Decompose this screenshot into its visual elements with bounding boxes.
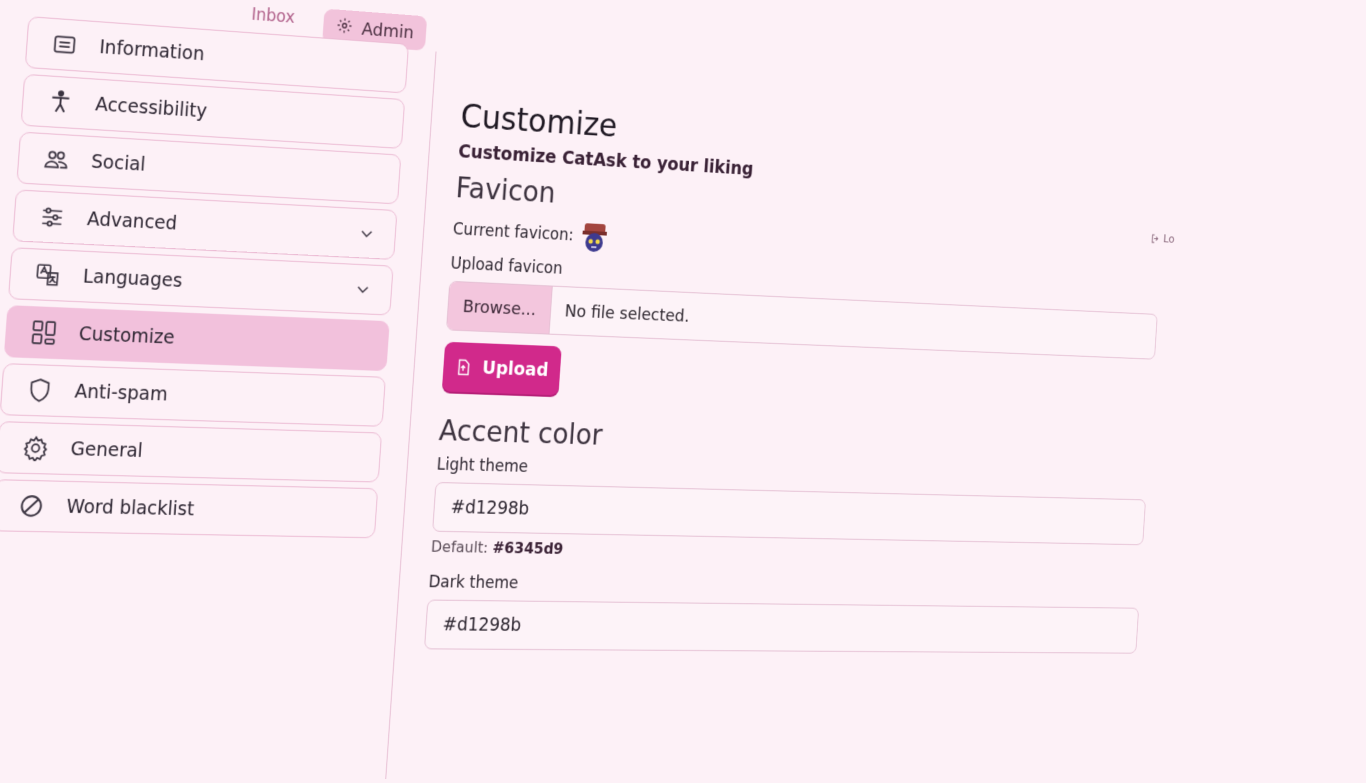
admin-page: Inbox Admin Information Accessibility So…: [0, 0, 1178, 770]
logout-link[interactable]: Lo: [1150, 232, 1175, 247]
file-status: No file selected.: [549, 287, 691, 340]
current-favicon-label: Current favicon:: [452, 220, 574, 245]
sidebar-item-word-blacklist[interactable]: Word blacklist: [0, 479, 378, 538]
sidebar-item-label: General: [70, 438, 144, 462]
sidebar-item-label: Word blacklist: [66, 496, 195, 520]
default-prefix: Default:: [430, 537, 488, 556]
sidebar-item-label: Accessibility: [95, 93, 208, 122]
sidebar-item-label: Information: [99, 36, 205, 65]
accessibility-icon: [46, 87, 75, 117]
sidebar-item-label: Anti-spam: [74, 381, 168, 406]
favicon-image: [577, 219, 610, 254]
sidebar: Information Accessibility Social Advance…: [0, 16, 409, 544]
browse-button[interactable]: Browse...: [447, 282, 553, 334]
default-value: #6345d9: [492, 539, 564, 558]
inbox-link[interactable]: Inbox: [251, 5, 296, 28]
translate-icon: [33, 260, 62, 289]
logout-label: Lo: [1163, 233, 1175, 247]
shield-icon: [25, 376, 54, 405]
dark-theme-input[interactable]: #d1298b: [424, 600, 1139, 654]
slash-circle-icon: [17, 492, 46, 521]
gear-icon: [335, 16, 353, 39]
sidebar-item-label: Customize: [78, 323, 175, 348]
dark-theme-label: Dark theme: [428, 573, 1141, 601]
sidebar-item-customize[interactable]: Customize: [4, 305, 390, 371]
sidebar-item-anti-spam[interactable]: Anti-spam: [0, 363, 386, 427]
people-icon: [42, 145, 71, 174]
sidebar-item-languages[interactable]: Languages: [8, 247, 394, 315]
list-icon: [50, 30, 79, 60]
main-content: Customize Customize CatAsk to your likin…: [424, 97, 1169, 659]
sliders-icon: [38, 203, 67, 232]
sidebar-item-general[interactable]: General: [0, 421, 382, 482]
sidebar-item-label: Social: [90, 151, 146, 176]
upload-button[interactable]: Upload: [442, 342, 562, 396]
admin-tab-label: Admin: [361, 19, 414, 43]
sidebar-item-label: Advanced: [86, 208, 177, 234]
upload-button-label: Upload: [482, 358, 550, 381]
chevron-down-icon[interactable]: [354, 280, 372, 298]
light-theme-input[interactable]: #d1298b: [432, 482, 1146, 545]
upload-file-icon: [455, 358, 472, 376]
sidebar-item-label: Languages: [82, 266, 183, 292]
gear-icon: [21, 434, 50, 463]
grid-icon: [29, 318, 58, 347]
chevron-down-icon[interactable]: [358, 224, 376, 242]
logout-icon: [1150, 233, 1161, 245]
